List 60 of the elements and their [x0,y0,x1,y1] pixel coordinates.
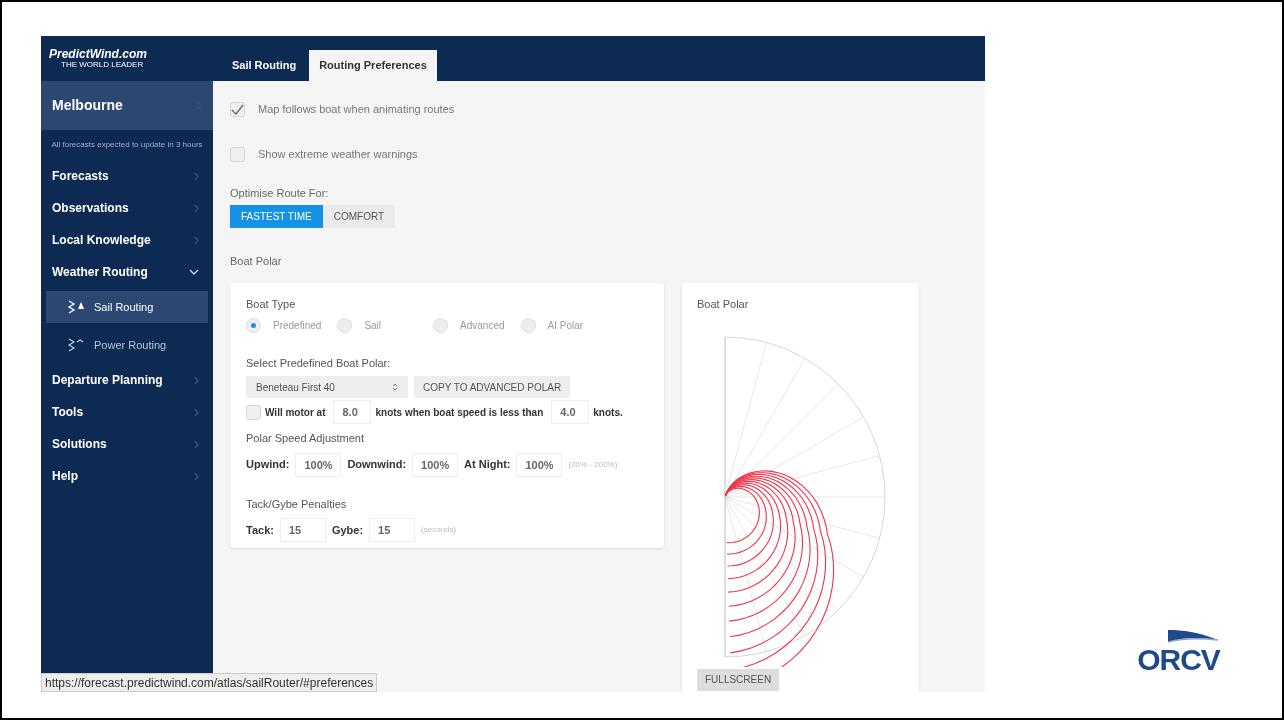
radio-button[interactable] [433,318,449,333]
checkbox[interactable] [230,146,245,162]
input-field[interactable]: 100% [412,452,459,477]
radio-label: Predefined [273,319,322,333]
checkbox-label: Show extreme weather warnings [258,146,418,162]
input-field[interactable]: 15 [279,518,326,542]
field-label: Gybe: [331,522,364,538]
sidebar-subitem[interactable]: Power Routing [46,329,208,361]
radio-button[interactable] [337,318,353,333]
radio-label: Advanced [460,319,505,333]
sidebar-item[interactable]: Help [41,460,213,492]
checkbox[interactable] [246,404,261,420]
copy-polar-button[interactable]: COPY TO ADVANCED POLAR [414,376,571,398]
input-field[interactable]: 100% [516,452,563,477]
checkbox-label: Map follows boat when animating routes [258,101,455,117]
sidebar-subitem[interactable]: Sail Routing [46,291,208,323]
boat-select[interactable]: Beneteau First 40 [246,376,408,398]
motor-label: Will motor at [265,405,326,420]
field-label: Select Predefined Boat Polar: [246,355,392,371]
radio-button[interactable] [520,318,536,333]
app-logo[interactable]: PredictWind.com THE WORLD LEADER [41,36,213,81]
input-field[interactable]: 4.0 [551,400,590,424]
status-url: https://forecast.predictwind.com/atlas/sailRouter/#preferences [41,673,378,692]
sidebar-item[interactable]: Local Knowledge [41,224,213,256]
range-hint: (20% - 200%) [568,458,618,471]
card-title: Boat Polar [697,297,750,312]
sidebar-item[interactable]: Observations [41,192,213,224]
motor-label: knots. [593,405,623,420]
orcv-logo: ORCV [1137,628,1220,674]
field-label: Downwind: [347,457,407,473]
update-note: All forecasts expected to update in 3 hours [50,140,204,150]
checkbox[interactable] [230,101,245,117]
location-header[interactable]: Melbourne [41,81,213,130]
optimise-label: Optimise Route For: [230,186,330,201]
radio-button[interactable] [246,318,261,333]
section-title: Boat Polar [230,253,283,269]
select-arrows-icon [392,382,398,392]
field-label: Tack: [246,522,274,538]
radio-label: Sail [364,319,382,333]
field-label: Boat Type [246,297,297,312]
sidebar-item[interactable]: Tools [41,396,213,428]
sidebar-item[interactable]: Weather Routing [41,256,213,288]
route-sail-icon [66,300,86,314]
input-field[interactable]: 8.0 [333,400,372,424]
field-label: Tack/Gybe Penalties [246,496,348,512]
sidebar-item[interactable]: Departure Planning [41,364,213,396]
tab[interactable]: Routing Preferences [309,50,437,81]
input-field[interactable]: 15 [369,518,416,542]
fullscreen-button[interactable]: FULLSCREEN [697,668,780,691]
sidebar-item[interactable]: Solutions [41,428,213,460]
radio-label: AI Polar [547,319,584,333]
motor-label: knots when boat speed is less than [375,405,544,420]
tab[interactable]: Sail Routing [222,50,307,81]
segment-button[interactable]: COMFORT [322,204,396,228]
field-label: At Night: [464,457,511,473]
route-power-icon [66,338,86,352]
field-label: Upwind: [246,457,290,473]
input-field[interactable]: 100% [295,452,342,477]
field-label: Polar Speed Adjustment [246,431,366,446]
sidebar-item[interactable]: Forecasts [41,160,213,192]
